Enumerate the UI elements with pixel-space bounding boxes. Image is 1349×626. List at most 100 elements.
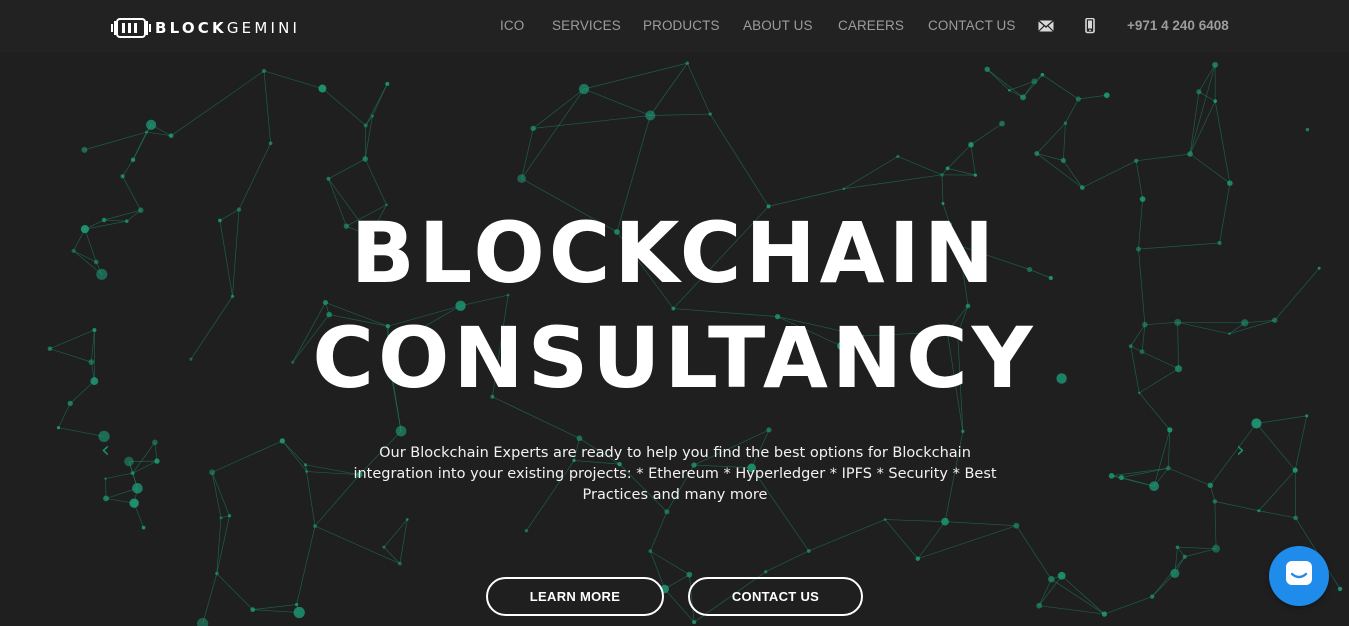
network-link <box>843 156 899 190</box>
network-node <box>1251 418 1262 429</box>
network-link <box>1042 74 1079 100</box>
network-link <box>521 88 585 179</box>
network-node <box>130 157 136 163</box>
network-node <box>973 173 977 177</box>
network-link <box>947 144 972 169</box>
network-node <box>524 529 528 533</box>
learn-more-button[interactable]: LEARN MORE <box>486 577 664 616</box>
brand-logo[interactable]: BLOCKGEMINI <box>111 17 300 39</box>
network-node <box>1134 158 1139 163</box>
network-link <box>1135 160 1143 200</box>
network-link <box>263 70 271 144</box>
network-node <box>1212 544 1221 553</box>
network-link <box>211 472 222 518</box>
network-node <box>326 176 331 181</box>
network-node <box>1103 92 1110 99</box>
network-node <box>129 498 139 508</box>
network-link <box>970 123 1003 146</box>
network-link <box>1082 160 1137 188</box>
nav-item-careers[interactable]: CAREERS <box>838 18 904 33</box>
network-link <box>282 440 306 466</box>
network-link <box>364 115 373 160</box>
chat-widget-button[interactable] <box>1269 546 1329 606</box>
network-link <box>1022 74 1043 98</box>
network-link <box>399 519 408 564</box>
network-node <box>1034 151 1040 157</box>
network-node <box>144 130 149 134</box>
network-node <box>1182 554 1187 559</box>
carousel-prev-arrow[interactable]: ‹ <box>101 438 110 463</box>
network-link <box>365 83 388 126</box>
network-node <box>806 549 811 553</box>
network-node <box>81 146 88 153</box>
network-node <box>405 518 409 521</box>
network-link <box>1214 501 1217 549</box>
brand-name-light: GEMINI <box>226 19 301 37</box>
network-node <box>1047 575 1055 583</box>
nav-item-ico[interactable]: ICO <box>500 18 524 33</box>
network-node <box>708 112 712 116</box>
blockchain-blocks-icon <box>111 18 151 38</box>
network-link <box>1151 556 1186 597</box>
nav-item-contact-us[interactable]: CONTACT US <box>928 18 1016 33</box>
network-link <box>282 440 307 472</box>
network-link <box>1214 501 1259 512</box>
nav-item-services[interactable]: SERVICES <box>552 18 621 33</box>
network-node <box>685 61 690 65</box>
nav-item-about-us[interactable]: ABOUT US <box>743 18 813 33</box>
network-link <box>808 519 886 552</box>
network-node <box>1036 602 1043 609</box>
network-link <box>986 69 1024 98</box>
network-link <box>364 158 387 205</box>
network-node <box>961 429 965 434</box>
network-link <box>1104 596 1153 615</box>
network-node <box>1057 571 1066 580</box>
network-node <box>645 110 656 121</box>
envelope-icon[interactable] <box>1038 18 1054 34</box>
network-link <box>1078 94 1107 100</box>
network-link <box>132 442 156 474</box>
network-link <box>917 525 1017 560</box>
network-node <box>1101 611 1108 617</box>
network-link <box>1121 477 1155 487</box>
network-node <box>1060 157 1066 164</box>
network-node <box>1150 594 1155 599</box>
network-node <box>132 482 143 494</box>
network-node <box>517 174 526 183</box>
phone-number-link[interactable]: +971 4 240 6408 <box>1127 18 1229 33</box>
network-link <box>986 69 1010 91</box>
network-node <box>227 514 232 518</box>
network-link <box>970 144 976 176</box>
hero-title-line-2: CONSULTANCY <box>312 309 1037 407</box>
network-node <box>1207 482 1214 489</box>
network-node <box>1337 586 1343 592</box>
network-link <box>132 124 152 160</box>
network-link <box>533 115 651 129</box>
network-node <box>370 114 374 118</box>
network-link <box>1051 578 1105 615</box>
network-node <box>915 556 920 561</box>
network-node <box>883 518 887 521</box>
network-node <box>1212 61 1219 68</box>
network-node <box>303 463 307 467</box>
network-node <box>215 571 219 576</box>
network-link <box>532 88 585 129</box>
contact-us-button[interactable]: CONTACT US <box>688 577 863 616</box>
network-node <box>294 602 299 607</box>
network-link <box>216 573 253 610</box>
network-link <box>1036 122 1066 154</box>
network-node <box>1108 473 1115 479</box>
network-node <box>1196 89 1202 95</box>
network-node <box>1293 515 1298 521</box>
mobile-phone-icon[interactable] <box>1084 17 1100 34</box>
network-link <box>1065 98 1079 124</box>
network-link <box>1036 153 1083 188</box>
network-node <box>219 516 223 520</box>
network-node <box>1213 99 1217 103</box>
network-link <box>58 427 105 437</box>
carousel-next-arrow[interactable]: › <box>1236 438 1245 463</box>
network-node <box>398 561 402 566</box>
nav-item-products[interactable]: PRODUCTS <box>643 18 720 33</box>
network-node <box>686 571 693 578</box>
network-node <box>1063 121 1068 125</box>
